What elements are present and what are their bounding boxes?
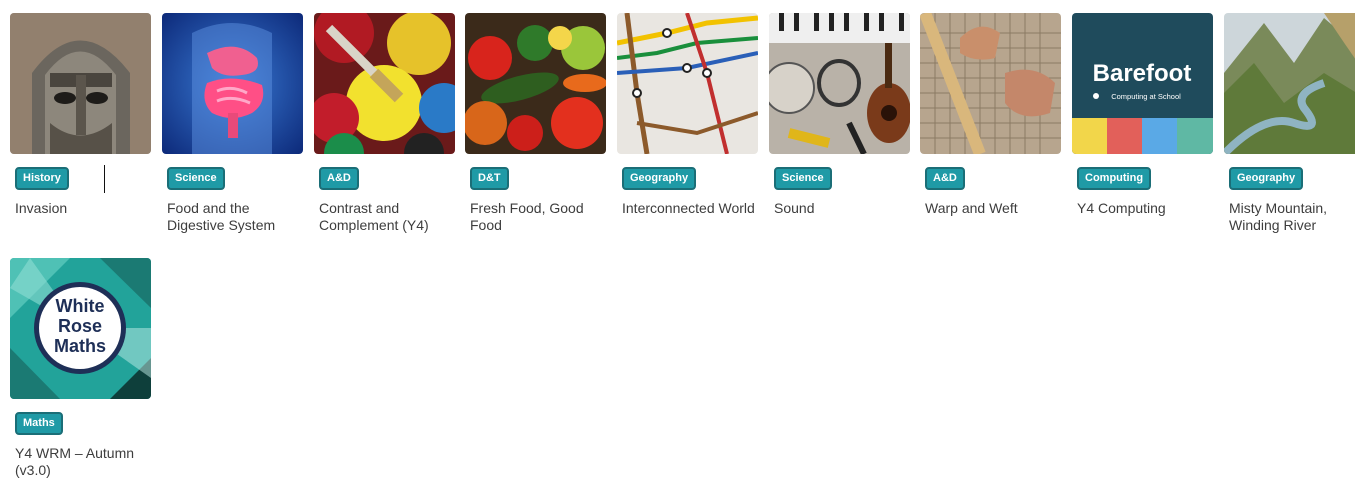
logo-line: Maths <box>54 336 106 356</box>
logo-line: White <box>56 296 105 316</box>
unit-title: Food and the Digestive System <box>167 200 276 233</box>
white-rose-maths-logo: White Rose Maths <box>10 258 151 399</box>
unit-title: Interconnected World <box>622 200 755 216</box>
unit-title: Contrast and Complement (Y4) <box>319 200 429 233</box>
unit-title: Misty Mountain, Winding River <box>1229 200 1328 233</box>
subject-badge: A&D <box>319 167 359 190</box>
unit-card-sound[interactable]: Science Sound <box>769 13 910 217</box>
unit-title: Fresh Food, Good Food <box>470 200 584 233</box>
mountain-river-image <box>1224 13 1355 154</box>
digestive-system-image <box>162 13 303 154</box>
paint-pots-image <box>314 13 455 154</box>
unit-card-interconnected-world[interactable]: Geography Interconnected World <box>617 13 758 217</box>
subject-badge: Science <box>167 167 225 190</box>
unit-title: Sound <box>774 200 815 216</box>
subject-badge: Geography <box>622 167 697 190</box>
unit-card-fresh-food[interactable]: D&T Fresh Food, Good Food <box>465 13 606 234</box>
instruments-image <box>769 13 910 154</box>
helmet-image <box>10 13 151 154</box>
unit-card-misty-mountain[interactable]: Geography Misty Mountain, Winding River <box>1224 13 1355 234</box>
subject-badge: A&D <box>925 167 965 190</box>
subject-badge: Maths <box>15 412 63 435</box>
unit-card-warp-weft[interactable]: A&D Warp and Weft <box>920 13 1061 217</box>
subject-badge: History <box>15 167 69 190</box>
unit-title: Invasion <box>15 200 68 216</box>
barefoot-logo: Barefoot Computing at School <box>1072 13 1213 154</box>
vegetables-image <box>465 13 606 154</box>
subject-badge: Science <box>774 167 832 190</box>
unit-card-contrast-complement[interactable]: A&D Contrast and Complement (Y4) <box>314 13 455 234</box>
unit-card-y4-wrm[interactable]: White Rose Maths Maths Y4 WRM – Autumn (… <box>10 258 151 479</box>
unit-title: Y4 WRM – Autumn (v3.0) <box>15 445 135 478</box>
unit-card-digestive-system[interactable]: Science Food and the Digestive System <box>162 13 303 234</box>
weaving-image <box>920 13 1061 154</box>
unit-title: Warp and Weft <box>925 200 1018 216</box>
text-cursor <box>104 165 105 193</box>
logo-subtext: Computing at School <box>1111 92 1181 101</box>
subject-badge: D&T <box>470 167 509 190</box>
logo-text: Barefoot <box>1093 60 1192 87</box>
transit-map-image <box>617 13 758 154</box>
logo-line: Rose <box>58 316 102 336</box>
subject-badge: Geography <box>1229 167 1304 190</box>
unit-title: Y4 Computing <box>1077 200 1166 216</box>
unit-card-y4-computing[interactable]: Barefoot Computing at School Computing Y… <box>1072 13 1213 217</box>
unit-card-invasion[interactable]: History Invasion <box>10 13 151 217</box>
subject-badge: Computing <box>1077 167 1152 190</box>
